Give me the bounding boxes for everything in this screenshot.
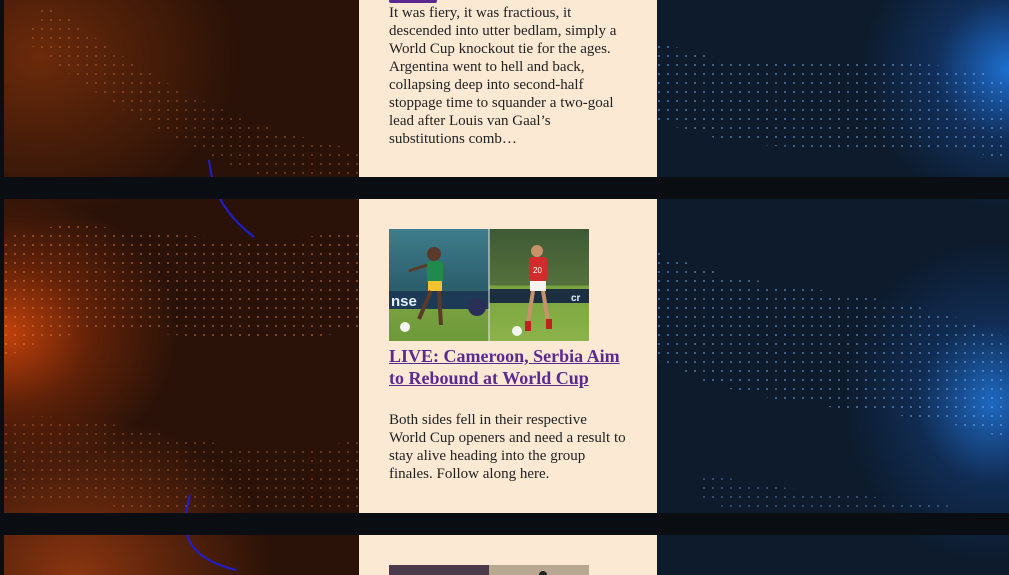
article-excerpt: Both sides fell in their respective Worl… <box>389 412 626 482</box>
svg-text:cr: cr <box>571 293 581 304</box>
article-card <box>359 535 657 575</box>
svg-text:20: 20 <box>533 266 542 275</box>
article-title[interactable]: LIVE: Cameroon, Serbia Aim to Rebound at… <box>389 345 627 389</box>
article-title-link[interactable]: LIVE: Cameroon, Serbia Aim to Rebound at… <box>389 346 620 388</box>
separator-band <box>0 177 1009 199</box>
article-thumbnail[interactable] <box>389 565 589 575</box>
svg-text:nse: nse <box>391 293 417 310</box>
article-title-cut[interactable] <box>389 0 449 4</box>
article-card: It was fiery, it was fractious, it desce… <box>359 0 657 177</box>
article-excerpt: It was fiery, it was fractious, it desce… <box>389 5 617 147</box>
dotted-wave-right <box>657 40 1009 540</box>
article-thumbnail[interactable]: nse cr 20 <box>389 229 589 341</box>
article-card: nse cr 20 LIVE: Cameroon, Serbia Aim to … <box>359 199 657 513</box>
cameroon-serbia-photo: nse cr 20 <box>389 229 589 341</box>
separator-band <box>0 513 1009 535</box>
dotted-wave-left <box>4 0 359 571</box>
